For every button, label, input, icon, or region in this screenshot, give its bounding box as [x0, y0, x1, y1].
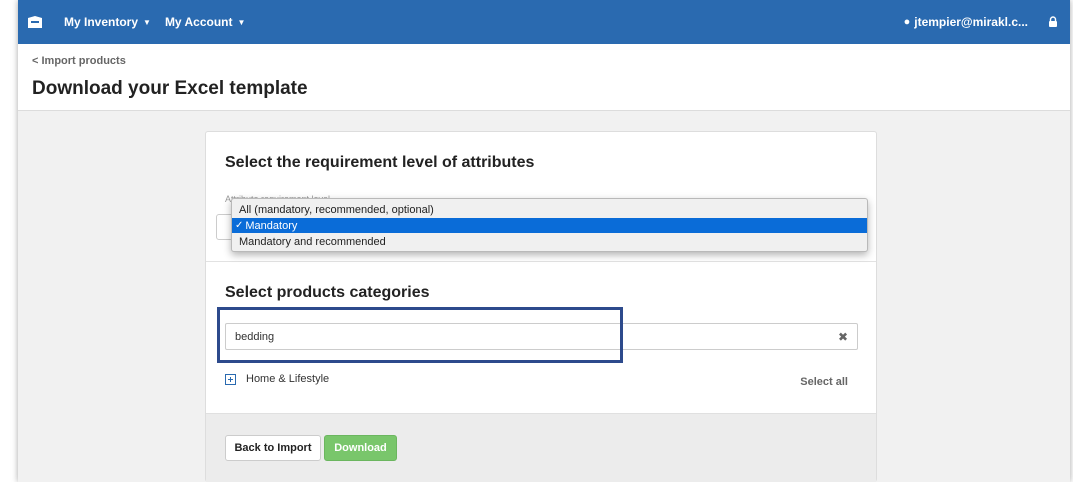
lock-icon[interactable]	[1048, 16, 1058, 28]
nav-menu-label: My Inventory	[64, 15, 139, 29]
caret-down-icon: ▼	[237, 17, 246, 27]
home-logo-icon[interactable]	[28, 16, 42, 28]
nav-menu-my-inventory[interactable]: My Inventory ▼	[64, 15, 151, 29]
user-icon: ●	[903, 16, 911, 28]
dropdown-option-mandatory[interactable]: ✓ Mandatory	[232, 218, 867, 233]
requirement-level-dropdown: All (mandatory, recommended, optional) ✓…	[231, 198, 868, 252]
panel-footer: Back to Import Download	[206, 413, 876, 482]
expand-icon[interactable]	[225, 373, 236, 385]
categories-section-title: Select products categories	[225, 284, 430, 301]
user-menu[interactable]: ● jtempier@mirakl.c...	[904, 15, 1070, 29]
download-button[interactable]: Download	[324, 435, 397, 461]
dropdown-option-label: Mandatory and recommended	[239, 235, 386, 248]
page-header: < Import products Download your Excel te…	[18, 44, 1070, 111]
dropdown-option-mandatory-recommended[interactable]: Mandatory and recommended	[232, 234, 867, 249]
back-to-import-button[interactable]: Back to Import	[225, 435, 321, 461]
select-all-link[interactable]: Select all	[800, 376, 848, 388]
caret-down-icon: ▼	[143, 17, 151, 27]
nav-menu-label: My Account	[164, 15, 233, 29]
dropdown-option-label: All (mandatory, recommended, optional)	[239, 203, 434, 216]
dropdown-option-all[interactable]: All (mandatory, recommended, optional)	[232, 202, 867, 217]
template-panel: Select the requirement level of attribut…	[205, 131, 877, 482]
user-email: jtempier@mirakl.c...	[914, 15, 1028, 29]
page-title: Download your Excel template	[32, 78, 308, 99]
app-window: My Inventory ▼ My Account ▼ ● jtempier@m…	[18, 0, 1070, 482]
search-highlight-box	[217, 307, 623, 363]
requirement-section-title: Select the requirement level of attribut…	[225, 154, 535, 171]
category-tree-item: Home & Lifestyle	[225, 373, 329, 385]
checkmark-icon: ✓	[235, 220, 244, 231]
breadcrumb-import-products[interactable]: < Import products	[32, 55, 126, 67]
clear-icon[interactable]: ✖	[838, 330, 848, 344]
nav-menu-my-account[interactable]: My Account ▼	[165, 15, 245, 29]
dropdown-option-label: Mandatory	[245, 219, 298, 232]
top-navbar: My Inventory ▼ My Account ▼ ● jtempier@m…	[18, 0, 1070, 44]
category-tree-item-label[interactable]: Home & Lifestyle	[246, 373, 329, 385]
